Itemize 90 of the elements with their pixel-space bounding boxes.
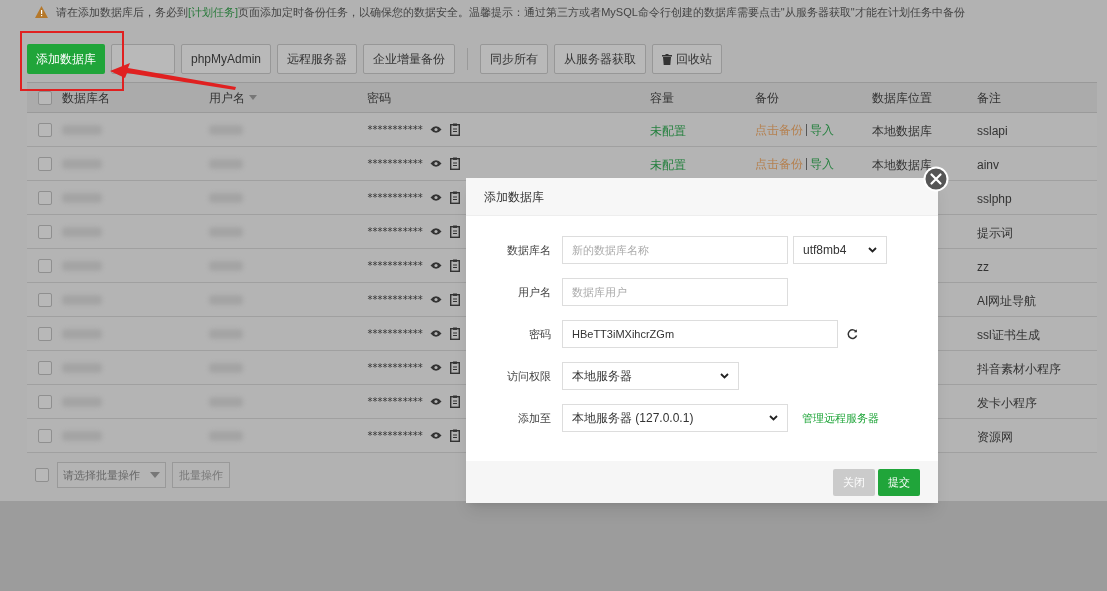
eye-icon[interactable]	[430, 329, 443, 338]
checkbox[interactable]	[37, 122, 52, 137]
copy-icon[interactable]	[450, 225, 461, 238]
checkbox[interactable]	[37, 394, 52, 409]
eye-icon[interactable]	[430, 193, 443, 202]
notice-text: 请在添加数据库后，务必到[计划任务]页面添加定时备份任务，以确保您的数据安全。温馨提示：通过第三方或者MySQL命令行创建的数据库需要点击"从服务器获取"才能在计划任务中备份	[56, 4, 965, 20]
eye-icon[interactable]	[430, 431, 443, 440]
column-header[interactable]: 数据库位置	[872, 88, 932, 107]
eye-icon[interactable]	[430, 363, 443, 372]
masked-password: ***********	[367, 293, 423, 307]
note-text: ssl证书生成	[977, 327, 1040, 342]
field-label: 访问权限	[506, 368, 552, 384]
server-select[interactable]: 本地服务器 (127.0.0.1)	[562, 404, 788, 432]
masked-password: ***********	[367, 157, 423, 171]
note-text: zz	[977, 259, 989, 274]
copy-icon[interactable]	[450, 429, 461, 442]
eye-icon[interactable]	[430, 125, 443, 134]
note-text: sslphp	[977, 191, 1012, 206]
refresh-icon[interactable]	[847, 328, 858, 340]
copy-icon[interactable]	[450, 293, 461, 306]
toolbar-button[interactable]: 从服务器获取	[554, 44, 647, 74]
checkbox[interactable]	[37, 326, 52, 341]
checkbox[interactable]	[35, 468, 49, 482]
checkbox[interactable]	[37, 292, 52, 307]
location-text: 本地数据库	[872, 157, 932, 172]
eye-icon[interactable]	[430, 397, 443, 406]
eye-icon[interactable]	[430, 261, 443, 270]
location-text: 本地数据库	[872, 123, 932, 138]
toolbar-button[interactable]: 同步所有	[480, 44, 549, 74]
checkbox[interactable]	[37, 190, 52, 205]
note-text: AI网址导航	[977, 293, 1037, 308]
field-label: 添加至	[517, 410, 552, 426]
eye-icon[interactable]	[430, 295, 443, 304]
column-header[interactable]: 容量	[650, 88, 674, 107]
copy-icon[interactable]	[450, 361, 461, 374]
column-header[interactable]: 数据库名	[62, 88, 110, 107]
trash-icon	[662, 53, 673, 65]
bulk-action-select[interactable]: 请选择批量操作	[57, 462, 166, 488]
note-text: 资源网	[977, 429, 1013, 444]
copy-icon[interactable]	[450, 191, 461, 204]
copy-icon[interactable]	[450, 395, 461, 408]
checkbox[interactable]	[37, 428, 52, 443]
field-label: 用户名	[517, 284, 552, 300]
toolbar-button[interactable]: 远程服务器	[277, 44, 358, 74]
copy-icon[interactable]	[450, 123, 461, 136]
copy-icon[interactable]	[450, 157, 461, 170]
access-select[interactable]: 本地服务器	[562, 362, 739, 390]
eye-icon[interactable]	[430, 227, 443, 236]
toolbar-button[interactable]: phpMyAdmin	[181, 44, 272, 74]
checkbox[interactable]	[37, 360, 52, 375]
column-header[interactable]: 备注	[977, 88, 1001, 107]
manage-servers-link[interactable]: 管理远程服务器	[802, 409, 879, 427]
copy-icon[interactable]	[450, 259, 461, 272]
caret-icon	[150, 472, 160, 478]
submit-button[interactable]: 提交	[878, 468, 920, 496]
masked-password: ***********	[367, 429, 423, 443]
note-text: 抖音素材小程序	[977, 361, 1061, 376]
toolbar-button[interactable]: 企业增量备份	[363, 44, 456, 74]
column-header[interactable]: 备份	[755, 88, 779, 107]
masked-password: ***********	[367, 327, 423, 341]
column-header[interactable]: 密码	[367, 88, 391, 107]
warning-icon	[35, 6, 48, 18]
note-text: sslapi	[977, 123, 1008, 138]
chevron-icon	[720, 373, 729, 379]
field-label: 密码	[528, 326, 552, 342]
database-name-field[interactable]: 新的数据库名称	[562, 236, 788, 264]
checkbox[interactable]	[37, 224, 52, 239]
username-field[interactable]: 数据库用户	[562, 278, 788, 306]
dialog-title: 添加数据库	[484, 188, 544, 206]
charset-select[interactable]: utf8mb4	[793, 236, 887, 264]
masked-password: ***********	[367, 225, 423, 239]
checkbox[interactable]	[37, 156, 52, 171]
masked-password: ***********	[367, 259, 423, 273]
chevron-icon	[868, 247, 877, 253]
masked-password: ***********	[367, 123, 423, 137]
add-database-button[interactable]: 添加数据库	[27, 44, 105, 74]
note-text: ainv	[977, 157, 999, 172]
masked-password: ***********	[367, 191, 423, 205]
chevron-icon	[769, 415, 778, 421]
field-label: 数据库名	[506, 242, 552, 258]
eye-icon[interactable]	[430, 159, 443, 168]
recycle-bin-button[interactable]: 回收站	[652, 44, 723, 74]
note-text: 发卡小程序	[977, 395, 1037, 410]
copy-icon[interactable]	[450, 327, 461, 340]
column-header[interactable]: 用户名	[209, 88, 257, 107]
masked-password: ***********	[367, 361, 423, 375]
password-field[interactable]: HBeTT3iMXihcrZGm	[562, 320, 838, 348]
note-text: 提示词	[977, 225, 1013, 240]
checkbox[interactable]	[37, 258, 52, 273]
masked-password: ***********	[367, 395, 423, 409]
